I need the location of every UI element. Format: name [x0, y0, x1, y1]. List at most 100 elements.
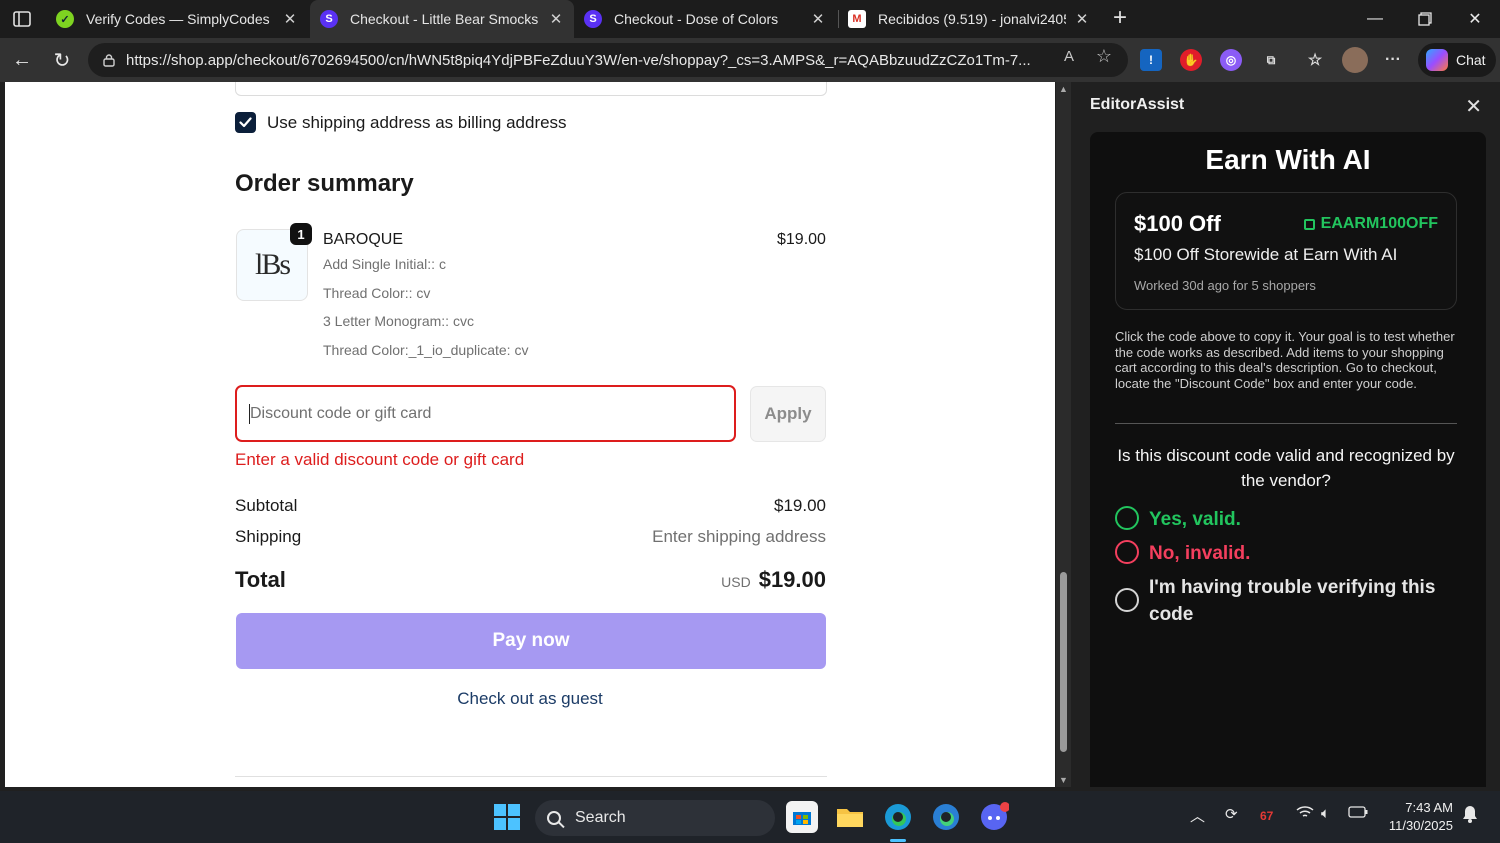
search-icon [547, 811, 561, 825]
apply-discount-button[interactable]: Apply [750, 386, 826, 442]
read-aloud-icon[interactable]: A [1058, 45, 1080, 67]
profile-avatar[interactable] [1342, 47, 1368, 73]
tab-gmail[interactable]: M Recibidos (9.519) - jonalvi2405@g ✕ [838, 0, 1100, 38]
notifications-icon[interactable] [1462, 805, 1478, 827]
close-panel-icon[interactable]: ✕ [1465, 94, 1482, 119]
volume-icon[interactable]: 🔈︎ [1321, 805, 1330, 822]
chat-label: Chat [1456, 52, 1486, 68]
option-label[interactable]: Yes, valid. [1149, 506, 1241, 533]
discount-code-input[interactable]: Discount code or gift card [235, 385, 736, 442]
option-label[interactable]: No, invalid. [1149, 540, 1250, 567]
discord-icon[interactable] [978, 801, 1010, 833]
shield-extension-icon[interactable]: ! [1140, 49, 1162, 71]
store-title: Earn With AI [1205, 144, 1371, 175]
total-currency: USD [721, 574, 751, 590]
product-property: Add Single Initial:: c [323, 256, 446, 272]
option-invalid[interactable]: No, invalid. [1115, 540, 1250, 567]
scrollbar-thumb[interactable] [1060, 572, 1067, 752]
divider [235, 776, 827, 777]
discount-error-message: Enter a valid discount code or gift card [235, 450, 525, 469]
deal-code-copy[interactable]: EAARM100OFF [1303, 215, 1438, 233]
checkout-as-guest-link[interactable]: Check out as guest [5, 689, 1055, 709]
billing-checkbox[interactable] [235, 112, 256, 133]
hand-extension-icon[interactable]: ✋ [1180, 49, 1202, 71]
previous-field-edge [235, 82, 827, 96]
gmail-favicon-icon: M [848, 10, 866, 28]
option-label[interactable]: I'm having trouble verifying this code [1149, 574, 1445, 628]
discount-placeholder: Discount code or gift card [250, 404, 432, 422]
shop-favicon-icon: S [320, 10, 338, 28]
shop-favicon-icon: S [584, 10, 602, 28]
edge-browser-icon[interactable] [882, 801, 914, 833]
verification-question: Is this discount code valid and recogniz… [1117, 446, 1455, 490]
store-icon[interactable] [786, 801, 818, 833]
subtotal-label: Subtotal [235, 496, 298, 515]
billing-address-option[interactable]: Use shipping address as billing address [235, 112, 567, 133]
total-amount: USD $19.00 [721, 567, 826, 593]
close-tab-icon[interactable]: ✕ [548, 10, 564, 28]
product-monogram: lBs [254, 248, 291, 281]
restore-icon[interactable] [1400, 0, 1450, 38]
copilot-chat-button[interactable]: Chat [1418, 43, 1496, 77]
panel-header-title: EditorAssist [1090, 96, 1185, 113]
close-tab-icon[interactable]: ✕ [810, 10, 826, 28]
address-bar-row: ← ↻ https://shop.app/checkout/6702694500… [0, 38, 1500, 82]
option-trouble[interactable]: I'm having trouble verifying this code [1115, 574, 1445, 628]
favorite-star-icon[interactable]: ☆ [1093, 45, 1115, 67]
site-info-icon[interactable] [102, 53, 116, 67]
more-menu-icon[interactable]: ··· [1382, 49, 1404, 71]
refresh-icon[interactable]: ↻ [48, 46, 76, 74]
address-bar[interactable]: https://shop.app/checkout/6702694500/cn/… [88, 43, 1128, 77]
radio-trouble[interactable] [1115, 588, 1139, 612]
product-name: BAROQUE [323, 231, 404, 248]
tab-little-bear-smocks[interactable]: S Checkout - Little Bear Smocks ✕ [310, 0, 574, 38]
deal-amount: $100 Off [1134, 211, 1221, 236]
favorites-icon[interactable]: ☆ [1304, 49, 1326, 71]
file-explorer-icon[interactable] [834, 801, 866, 833]
total-label: Total [235, 567, 286, 592]
close-tab-icon[interactable]: ✕ [282, 10, 298, 28]
tab-actions-icon[interactable] [8, 6, 36, 32]
order-summary-title: Order summary [235, 170, 414, 197]
panel-body: Earn With AI $100 Off EAARM100OFF $100 O… [1090, 132, 1486, 787]
tab-strip: ✓ Verify Codes — SimplyCodes ✕ S Checkou… [0, 0, 1500, 38]
tray-badge[interactable]: 67 [1260, 809, 1273, 823]
edge-beta-icon[interactable] [930, 801, 962, 833]
extensions-icon[interactable]: ⧉ [1260, 49, 1282, 71]
pay-now-button[interactable]: Pay now [236, 613, 826, 669]
taskbar: Search ︿ ⟳ 67 🔈︎ 7:43 AM 11/30/2025 [0, 791, 1500, 843]
radio-valid[interactable] [1115, 506, 1139, 530]
show-hidden-icons-icon[interactable]: ︿ [1190, 805, 1205, 826]
shipping-value: Enter shipping address [652, 527, 826, 546]
purple-extension-icon[interactable]: ◎ [1220, 49, 1242, 71]
sync-icon[interactable]: ⟳ [1225, 805, 1238, 823]
deal-code[interactable]: EAARM100OFF [1321, 215, 1438, 233]
option-valid[interactable]: Yes, valid. [1115, 506, 1241, 533]
tab-title: Checkout - Little Bear Smocks [350, 11, 539, 27]
new-tab-icon[interactable]: + [1106, 4, 1134, 32]
page-scrollbar[interactable]: ▲ ▼ [1056, 82, 1071, 787]
battery-icon[interactable] [1348, 805, 1368, 822]
system-clock[interactable]: 7:43 AM 11/30/2025 [1383, 799, 1453, 835]
start-windows-icon[interactable] [491, 801, 523, 833]
billing-checkbox-label[interactable]: Use shipping address as billing address [267, 113, 567, 133]
tab-title: Checkout - Dose of Colors [614, 11, 779, 27]
instructions-text: Click the code above to copy it. Your go… [1115, 329, 1455, 391]
minimize-icon[interactable]: — [1350, 0, 1400, 38]
total-value: $19.00 [758, 567, 826, 592]
tab-dose-of-colors[interactable]: S Checkout - Dose of Colors ✕ [574, 0, 836, 38]
wifi-icon[interactable] [1296, 805, 1314, 823]
simplycodes-favicon-icon: ✓ [56, 10, 74, 28]
url-text[interactable]: https://shop.app/checkout/6702694500/cn/… [126, 52, 1046, 69]
close-window-icon[interactable]: ✕ [1450, 0, 1500, 38]
search-label: Search [575, 809, 626, 826]
radio-invalid[interactable] [1115, 540, 1139, 564]
editorassist-panel: EditorAssist ✕ Earn With AI $100 Off EAA… [1076, 82, 1500, 787]
active-app-indicator [890, 839, 906, 842]
close-tab-icon[interactable]: ✕ [1074, 10, 1090, 28]
scroll-down-icon[interactable]: ▼ [1059, 775, 1068, 785]
taskbar-search[interactable]: Search [535, 800, 775, 836]
scroll-up-icon[interactable]: ▲ [1059, 84, 1068, 94]
tab-simplycodes[interactable]: ✓ Verify Codes — SimplyCodes ✕ [46, 0, 308, 38]
back-icon[interactable]: ← [8, 46, 36, 74]
